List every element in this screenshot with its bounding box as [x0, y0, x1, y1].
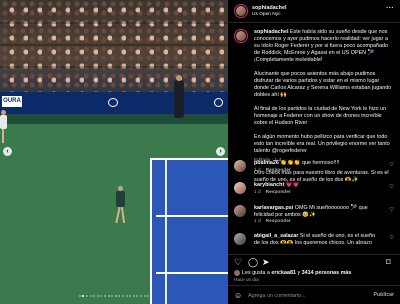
likes-count-link[interactable]: 3414 personas más: [302, 270, 352, 276]
instagram-post-view: OURA ‹ › sophiadachel Us Open Nyc ··· so…: [0, 0, 400, 304]
comment-body: abigail_a_salazar Si el sueño de uno, es…: [254, 233, 382, 246]
likes-summary: Les gusta a erickaa81 y 3414 personas má…: [234, 269, 398, 277]
court-adboard: OURA: [0, 92, 228, 114]
share-icon[interactable]: ➤: [262, 258, 270, 267]
post-actions: ♡ ◯ ➤ ⌑ Les gusta a erickaa81 y 3414 per…: [228, 254, 400, 304]
caption-paragraph: Alucinante que pocos asientos más abajo …: [254, 71, 392, 98]
carousel-dot: [107, 295, 110, 297]
carousel-dot: [89, 295, 92, 297]
carousel-dot: [82, 295, 85, 297]
comment-body: karlavargas.psi OMG Mi sueñooooooo 🎾 que…: [254, 205, 382, 226]
tennis-player-figure: [0, 110, 10, 150]
heart-icon[interactable]: ♡: [234, 258, 242, 267]
carousel-dot: [104, 295, 107, 297]
comment-text: 💗💗: [285, 182, 300, 188]
commenter-username[interactable]: abigail_a_salazar: [254, 233, 298, 239]
court-line: [156, 272, 228, 274]
carousel-dot: [121, 295, 124, 297]
commenter-avatar[interactable]: [234, 233, 246, 245]
sponsor-logo-icon: [108, 98, 118, 107]
carousel-dot: [147, 295, 150, 297]
comment-time: 1 d: [254, 219, 261, 224]
carousel-dot: [86, 295, 89, 297]
caption-paragraph: En algún momento hubo pellizco para veri…: [254, 134, 390, 154]
chevron-left-icon[interactable]: ‹: [3, 147, 12, 156]
comment-icon[interactable]: ◯: [248, 258, 258, 267]
publish-button[interactable]: Publicar: [374, 292, 394, 298]
line-judge-figure: [174, 75, 184, 118]
reply-button[interactable]: Responder: [266, 190, 291, 195]
likes-text: Les gusta a erickaa81 y 3414 personas má…: [242, 270, 352, 276]
crowd-row: [0, 22, 228, 24]
reply-button[interactable]: Responder: [266, 219, 291, 224]
tennis-court: [150, 158, 228, 304]
carousel-dot: [96, 295, 99, 297]
commenter-username[interactable]: pbalma26: [254, 160, 279, 166]
comment-time: 1 d: [254, 189, 261, 195]
author-username[interactable]: sophiadachel: [252, 5, 286, 11]
court-line: [156, 215, 228, 217]
comment-text: 👏👏👏 que hermoso!!!!: [280, 160, 340, 166]
bookmark-icon[interactable]: ⌑: [386, 258, 391, 267]
commenter-username[interactable]: karybiancht: [254, 182, 284, 188]
carousel-dot: [111, 295, 114, 297]
post-location[interactable]: Us Open Nyc: [252, 12, 281, 17]
sponsor-logo-icon: [214, 98, 223, 107]
sponsor-logo-text: OURA: [2, 96, 22, 107]
comment-time: 1 d: [254, 167, 261, 173]
comment-like-heart-icon[interactable]: ♡: [389, 207, 394, 213]
chevron-right-icon[interactable]: ›: [216, 147, 225, 156]
comment-meta: 1 d Responder: [254, 168, 382, 175]
commenter-avatar[interactable]: [234, 160, 246, 172]
commenter-avatar[interactable]: [234, 205, 246, 217]
commenter-username[interactable]: karlavargas.psi: [254, 205, 293, 211]
tennis-player-figure: [112, 186, 132, 236]
comment-input[interactable]: [248, 292, 368, 300]
post-media[interactable]: OURA ‹ ›: [0, 0, 228, 304]
comment-meta: 1 d Responder: [254, 190, 382, 197]
comment-meta: 1 d Responder: [254, 219, 382, 226]
carousel-dot: [78, 295, 81, 297]
carousel-dot: [129, 295, 132, 297]
reply-button[interactable]: Responder: [266, 168, 291, 173]
comment-like-heart-icon[interactable]: ♡: [389, 235, 394, 241]
author-avatar[interactable]: [234, 4, 248, 18]
liker-avatar: [234, 270, 240, 276]
carousel-dot: [139, 295, 142, 297]
carousel-indicator: [0, 295, 228, 297]
court-wall: [0, 114, 228, 124]
crowd-row: [0, 66, 228, 68]
caption-paragraph: sophiadachel Este había sido su sueño de…: [254, 29, 388, 63]
crowd-stands: [0, 0, 228, 96]
carousel-dot: [132, 295, 135, 297]
caption-mention-link[interactable]: @rogerfederer: [272, 148, 307, 154]
comment-body: pbalma26 👏👏👏 que hermoso!!!! 1 d Responder: [254, 160, 382, 174]
carousel-dot: [136, 295, 139, 297]
caption-username[interactable]: sophiadachel: [254, 29, 288, 35]
carousel-dot: [125, 295, 128, 297]
carousel-dot: [100, 295, 103, 297]
carousel-dot: [143, 295, 146, 297]
crowd-row: [0, 44, 228, 46]
commenter-avatar[interactable]: [234, 182, 246, 194]
caption-author-avatar[interactable]: [234, 29, 248, 43]
more-icon[interactable]: ···: [386, 5, 394, 12]
comments-scroll-area[interactable]: sophiadachel Este había sido su sueño de…: [228, 23, 400, 253]
comment-like-heart-icon[interactable]: ♡: [389, 162, 394, 168]
comment-body: karybiancht 💗💗 1 d Responder: [254, 182, 382, 196]
post-time: Hace un día: [234, 277, 259, 282]
liker-username[interactable]: erickaa81: [271, 270, 296, 276]
carousel-dot: [114, 295, 117, 297]
comment-like-heart-icon[interactable]: ♡: [389, 184, 394, 190]
carousel-dot: [118, 295, 121, 297]
caption-paragraph: Al final de los partidos la ciudad de Ne…: [254, 106, 387, 126]
post-side-panel: sophiadachel Us Open Nyc ··· sophiadache…: [228, 0, 400, 304]
court-line: [165, 160, 167, 304]
emoji-icon[interactable]: ☺: [234, 291, 242, 300]
carousel-dot: [93, 295, 96, 297]
post-header: sophiadachel Us Open Nyc ···: [228, 0, 400, 23]
add-comment-bar: ☺ Publicar: [228, 285, 400, 304]
